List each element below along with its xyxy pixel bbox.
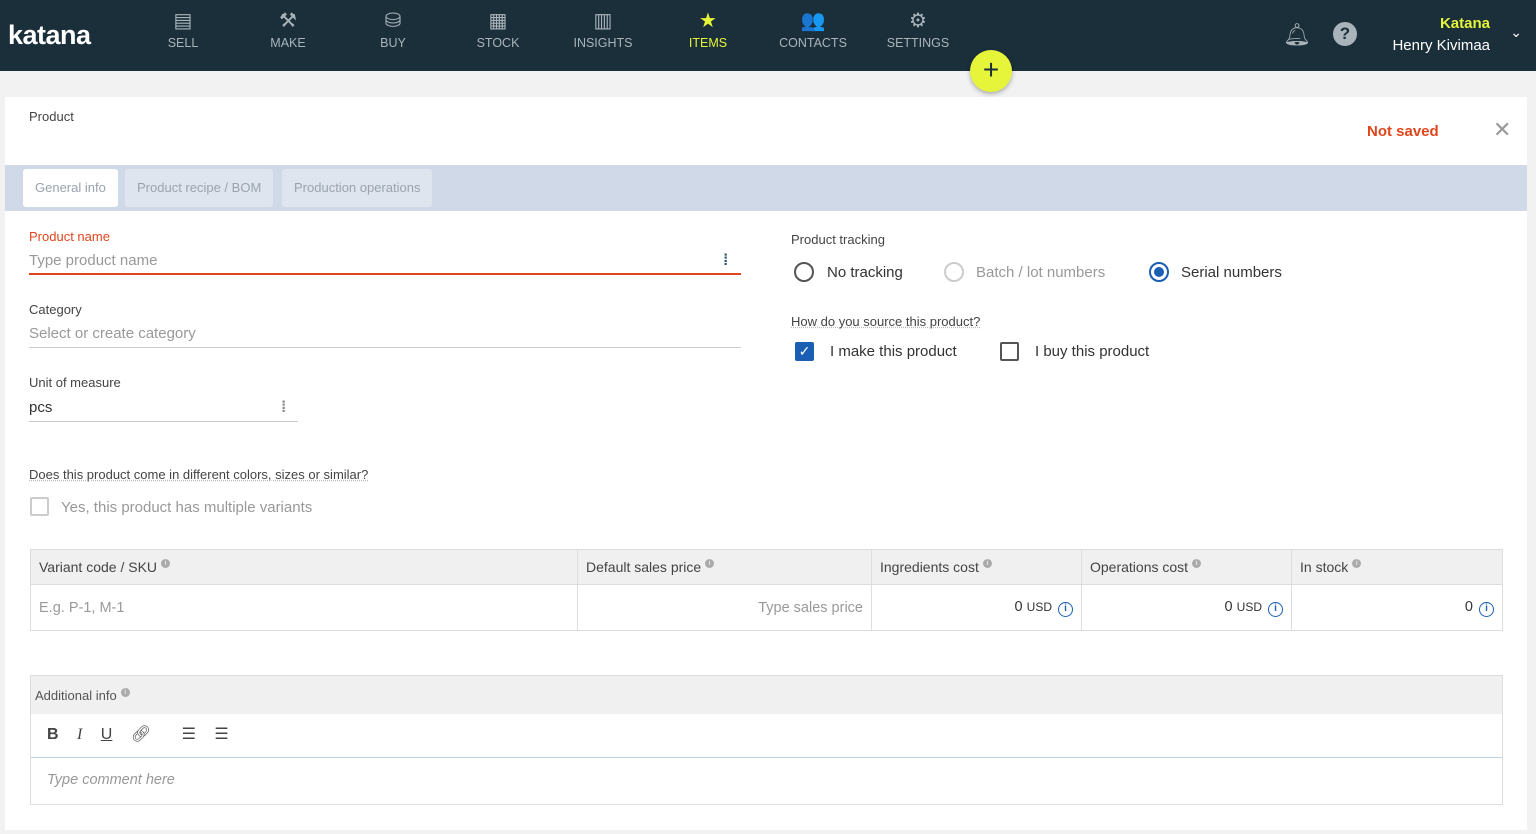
info-icon: i xyxy=(1352,559,1361,568)
additional-info-label: Additional info xyxy=(35,688,117,703)
page-title: Product xyxy=(29,109,74,124)
operations-cell: 0 USDi xyxy=(1082,585,1292,631)
info-icon[interactable]: i xyxy=(1268,602,1283,617)
product-name-label: Product name xyxy=(29,229,110,244)
uom-input[interactable]: pcs xyxy=(29,399,52,416)
shop-icon: ▤ xyxy=(138,8,228,36)
make-label: I make this product xyxy=(830,343,957,360)
info-icon: i xyxy=(705,559,714,568)
nav-item-stock[interactable]: ▦STOCK xyxy=(453,8,543,50)
link-icon[interactable]: 🔗︎ xyxy=(131,724,151,744)
katana-logo[interactable]: katana xyxy=(8,20,91,51)
make-checkbox[interactable]: ✓ xyxy=(795,342,814,361)
variants-table: Variant code / SKUi Default sales pricei… xyxy=(30,549,1503,631)
nav-item-make[interactable]: ⚒MAKE xyxy=(243,8,333,50)
batch-label: Batch / lot numbers xyxy=(976,264,1105,281)
category-input[interactable]: Select or create category xyxy=(29,325,196,342)
info-icon[interactable]: i xyxy=(1058,602,1073,617)
nav-label: CONTACTS xyxy=(779,36,847,50)
nav-label: ITEMS xyxy=(689,36,727,50)
bold-icon[interactable]: B xyxy=(47,726,59,744)
hammer-icon: ⚒ xyxy=(243,8,333,36)
variants-checkbox[interactable] xyxy=(30,497,49,516)
col-ingredients: Ingredients costi xyxy=(872,550,1082,585)
boxes-icon: ▦ xyxy=(453,8,543,36)
info-icon: i xyxy=(161,559,170,568)
top-nav: katana ▤SELL ⚒MAKE ⛁BUY ▦STOCK ▥INSIGHTS ★ITE… xyxy=(0,0,1536,71)
additional-info: Additional info i B I U 🔗︎ ☰ ☰ Type comme… xyxy=(30,675,1503,805)
info-icon: i xyxy=(121,688,130,697)
radio-no-tracking[interactable] xyxy=(794,262,814,282)
bullet-list-icon[interactable]: ☰ xyxy=(214,724,228,744)
editor-toolbar: B I U 🔗︎ ☰ ☰ xyxy=(31,714,1502,758)
nav-label: INSIGHTS xyxy=(573,36,632,50)
product-name-underline xyxy=(29,273,741,275)
tab-product-recipe[interactable]: Product recipe / BOM xyxy=(125,169,273,207)
info-icon: i xyxy=(1192,559,1201,568)
radio-serial-numbers[interactable] xyxy=(1149,262,1169,282)
help-icon[interactable]: ? xyxy=(1333,22,1357,46)
col-price: Default sales pricei xyxy=(578,550,872,585)
company-name: Katana xyxy=(1392,15,1490,32)
product-name-input[interactable]: Type product name xyxy=(29,252,157,269)
close-icon[interactable]: ✕ xyxy=(1493,117,1511,143)
save-status: Not saved xyxy=(1367,123,1439,140)
info-icon: i xyxy=(983,559,992,568)
category-underline xyxy=(29,347,741,348)
source-label: How do you source this product? xyxy=(791,314,980,329)
nav-item-settings[interactable]: ⚙SETTINGS xyxy=(873,8,963,50)
info-icon[interactable]: i xyxy=(1479,602,1494,617)
nav-label: SETTINGS xyxy=(887,36,950,50)
col-stock: In stocki xyxy=(1292,550,1503,585)
sku-input[interactable]: E.g. P-1, M-1 xyxy=(31,585,578,631)
italic-icon[interactable]: I xyxy=(77,726,82,744)
star-box-icon: ★ xyxy=(663,8,753,36)
nav-item-sell[interactable]: ▤SELL xyxy=(138,8,228,50)
user-menu[interactable]: Katana Henry Kivimaa xyxy=(1392,15,1490,54)
variants-question: Does this product come in different colo… xyxy=(29,467,368,482)
nav-item-contacts[interactable]: 👥CONTACTS xyxy=(768,8,858,50)
tab-production-operations[interactable]: Production operations xyxy=(282,169,432,207)
no-tracking-label: No tracking xyxy=(827,264,903,281)
col-sku: Variant code / SKUi xyxy=(31,550,578,585)
people-icon: 👥 xyxy=(768,8,858,36)
nav-label: BUY xyxy=(380,36,406,50)
comment-input[interactable]: Type comment here xyxy=(31,758,1502,788)
nav-item-buy[interactable]: ⛁BUY xyxy=(348,8,438,50)
chevron-down-icon[interactable]: ⌄ xyxy=(1510,24,1522,41)
nav-label: SELL xyxy=(168,36,199,50)
basket-icon: ⛁ xyxy=(348,8,438,36)
price-input[interactable]: Type sales price xyxy=(578,585,872,631)
bell-icon[interactable]: 🔔︎ xyxy=(1283,22,1311,48)
barcode-icon[interactable]: ⁞ xyxy=(281,399,286,417)
stock-cell: 0i xyxy=(1292,585,1503,631)
underline-icon[interactable]: U xyxy=(101,726,113,744)
ingredients-cell: 0 USDi xyxy=(872,585,1082,631)
barcode-icon[interactable]: ⁞ xyxy=(723,252,728,270)
bar-chart-icon: ▥ xyxy=(558,8,648,36)
buy-label: I buy this product xyxy=(1035,343,1149,360)
ordered-list-icon[interactable]: ☰ xyxy=(182,724,196,744)
user-name: Henry Kivimaa xyxy=(1392,37,1490,54)
tab-bar: General info Product recipe / BOM Produc… xyxy=(5,165,1527,211)
product-card: Product Not saved ✕ General info Product… xyxy=(5,97,1527,830)
nav-label: STOCK xyxy=(477,36,520,50)
radio-batch-numbers[interactable] xyxy=(944,262,964,282)
nav-item-items[interactable]: ★ITEMS xyxy=(663,8,753,50)
variants-option-label: Yes, this product has multiple variants xyxy=(61,499,312,516)
gear-icon: ⚙ xyxy=(873,8,963,36)
tracking-label: Product tracking xyxy=(791,232,885,247)
uom-label: Unit of measure xyxy=(29,375,121,390)
add-button[interactable]: + xyxy=(970,50,1012,92)
buy-checkbox[interactable] xyxy=(1000,342,1019,361)
category-label: Category xyxy=(29,302,82,317)
table-row: E.g. P-1, M-1 Type sales price 0 USDi 0 … xyxy=(31,585,1503,631)
col-operations: Operations costi xyxy=(1082,550,1292,585)
uom-underline xyxy=(29,421,298,422)
tab-general-info[interactable]: General info xyxy=(23,169,118,207)
serial-label: Serial numbers xyxy=(1181,264,1282,281)
nav-item-insights[interactable]: ▥INSIGHTS xyxy=(558,8,648,50)
nav-label: MAKE xyxy=(270,36,305,50)
